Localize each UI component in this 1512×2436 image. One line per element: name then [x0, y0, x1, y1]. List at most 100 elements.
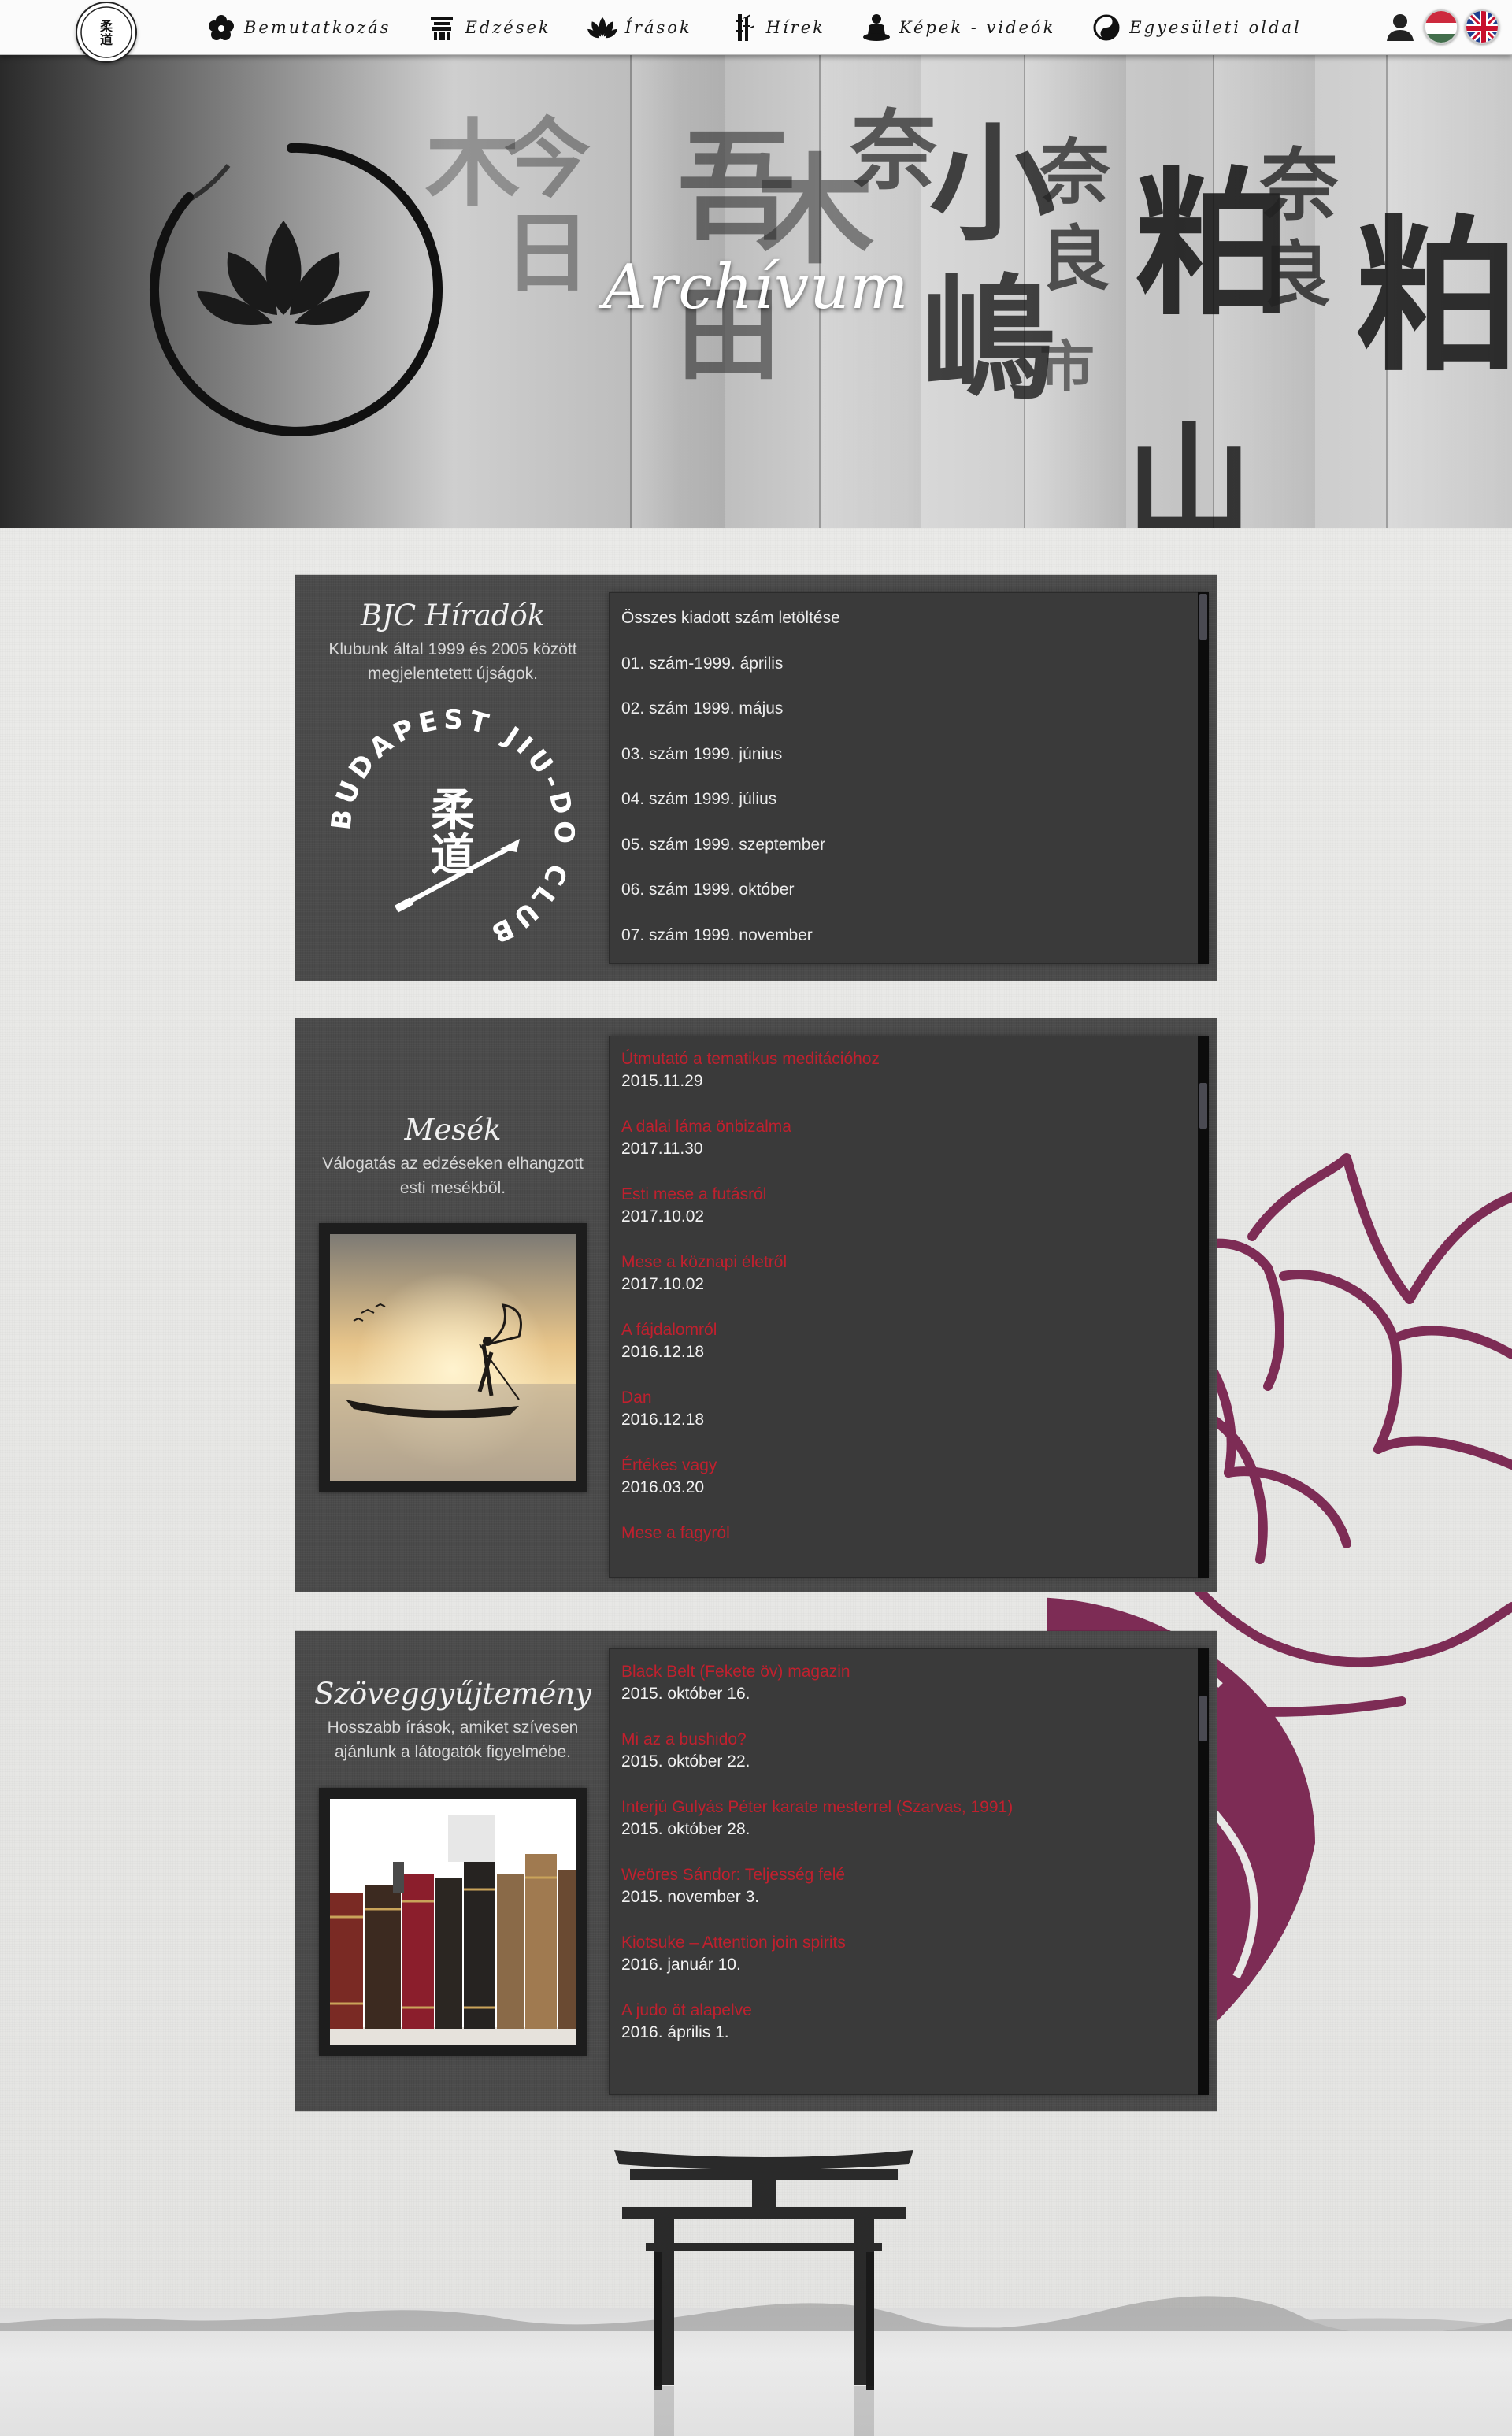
list-item[interactable]: 07. szám 1999. november [609, 926, 1209, 965]
nav-item-edzesek[interactable]: Edzések [427, 13, 550, 43]
nav-item-kepek-videok[interactable]: Képek - videók [862, 13, 1055, 43]
entry-title-link[interactable]: Kiotsuke – Attention join spirits [621, 1932, 1209, 1954]
nav-label: Edzések [465, 18, 551, 37]
list-item[interactable]: Összes kiadott szám letöltése [609, 610, 1209, 655]
bamboo-icon [728, 13, 758, 43]
scrollbar-thumb[interactable] [1199, 594, 1207, 640]
entry-title-link[interactable]: Dan [621, 1387, 1209, 1409]
panel-info: BJC Híradók Klubunk által 1999 és 2005 k… [295, 575, 610, 981]
entry-title-link[interactable]: Mese a köznapi életről [621, 1251, 1209, 1274]
hero-banner: 木 今 日 吾 田 木 奈 小 嶋 奈 良 市 粕 奈 良 粕 山 Archív… [0, 55, 1512, 528]
newsletter-panel: BJC Híradók Klubunk által 1999 és 2005 k… [295, 575, 1217, 981]
scrollbar-thumb[interactable] [1199, 1696, 1207, 1741]
entry-date: 2015.11.29 [621, 1072, 703, 1090]
svg-text:奈: 奈 [850, 100, 937, 202]
entry-date: 2017.10.02 [621, 1275, 705, 1293]
list-item[interactable]: Interjú Gulyás Péter karate mesterrel (S… [609, 1796, 1209, 1841]
entry-title-link[interactable]: Esti mese a futásról [621, 1184, 1209, 1206]
entry-date: 2016.03.20 [621, 1478, 705, 1496]
panel-info: Mesék Válogatás az edzéseken elhangzott … [295, 1018, 610, 1592]
entry-title-link[interactable]: Mi az a bushido? [621, 1729, 1209, 1751]
tales-panel: Mesék Válogatás az edzéseken elhangzott … [295, 1018, 1217, 1592]
lotus-icon [587, 13, 617, 43]
panel-description: Válogatás az edzéseken elhangzott esti m… [295, 1151, 610, 1200]
list-item[interactable]: A dalai láma önbizalma 2017.11.30 [609, 1116, 1209, 1160]
nav-label: Képek - videók [899, 18, 1056, 37]
buddha-icon [862, 13, 891, 43]
yin-yang-icon [1091, 13, 1121, 43]
torii-gate [614, 2150, 914, 2436]
tales-list[interactable]: Útmutató a tematikus meditációhoz 2015.11… [609, 1036, 1209, 1578]
list-item[interactable]: A fájdalomról 2016.12.18 [609, 1319, 1209, 1363]
list-item[interactable]: Esti mese a futásról 2017.10.02 [609, 1184, 1209, 1228]
nav-item-irasok[interactable]: Írások [587, 13, 692, 43]
nav-item-egyesuleti-oldal[interactable]: Egyesületi oldal [1091, 13, 1301, 43]
nav-label: Hírek [765, 18, 825, 37]
nav-label: Írások [624, 18, 692, 37]
user-icon[interactable] [1383, 9, 1418, 44]
books-image [319, 1788, 587, 2056]
entry-title-link[interactable]: Értékes vagy [621, 1455, 1209, 1477]
svg-text:奈: 奈 [1039, 131, 1110, 214]
entry-title-link[interactable]: A judo öt alapelve [621, 2000, 1209, 2022]
list-item[interactable]: 04. szám 1999. július [609, 791, 1209, 836]
shrine-icon [427, 13, 457, 43]
list-item[interactable]: Dan 2016.12.18 [609, 1387, 1209, 1431]
entry-date: 2015. október 28. [621, 1820, 750, 1838]
desc-line: Válogatás az edzéseken elhangzott [322, 1155, 584, 1173]
svg-text:道: 道 [431, 829, 475, 881]
entry-date: 2016.12.18 [621, 1343, 705, 1361]
main-menu: Bemutatkozás Edzések Írások Hírek Képek … [206, 0, 1338, 55]
list-item[interactable]: 06. szám 1999. október [609, 881, 1209, 927]
scrollbar[interactable] [1198, 1648, 1209, 2095]
nav-utility [1383, 9, 1499, 44]
top-navbar: 柔 道 Bemutatkozás Edzések Írások Hírek Ké… [0, 0, 1512, 63]
list-item[interactable]: Mi az a bushido? 2015. október 22. [609, 1729, 1209, 1773]
list-item[interactable]: 03. szám 1999. június [609, 745, 1209, 792]
nav-item-bemutatkozas[interactable]: Bemutatkozás [206, 13, 391, 43]
entry-title-link[interactable]: Interjú Gulyás Péter karate mesterrel (S… [621, 1796, 1209, 1819]
list-item[interactable]: 05. szám 1999. szeptember [609, 836, 1209, 882]
entry-title-link[interactable]: Mese a fagyról [621, 1522, 1209, 1544]
flower-icon [206, 13, 236, 43]
list-item[interactable]: Mese a fagyról [609, 1522, 1209, 1544]
svg-text:山: 山 [1126, 410, 1252, 528]
nav-label: Bemutatkozás [244, 18, 391, 37]
entry-title-link[interactable]: A fájdalomról [621, 1319, 1209, 1341]
svg-text:奈: 奈 [1259, 139, 1339, 232]
entry-title-link[interactable]: Weöres Sándor: Teljesség felé [621, 1864, 1209, 1886]
entry-title-link[interactable]: Útmutató a tematikus meditációhoz [621, 1048, 1209, 1070]
entry-title-link[interactable]: Black Belt (Fekete öv) magazin [621, 1661, 1209, 1683]
desc-line: megjelentetett újságok. [368, 665, 538, 683]
list-item[interactable]: 01. szám-1999. április [609, 654, 1209, 701]
list-item[interactable]: Mese a köznapi életről 2017.10.02 [609, 1251, 1209, 1296]
list-item[interactable]: Értékes vagy 2016.03.20 [609, 1455, 1209, 1499]
texts-list[interactable]: Black Belt (Fekete öv) magazin 2015. októ… [609, 1648, 1209, 2095]
desc-line: esti mesékből. [399, 1179, 506, 1197]
scrollbar[interactable] [1198, 1036, 1209, 1578]
texts-panel: Szöveggyűjtemény Hosszabb írások, amiket… [295, 1631, 1217, 2111]
panel-info: Szöveggyűjtemény Hosszabb írások, amiket… [295, 1631, 610, 2111]
desc-line: Hosszabb írások, amiket szívesen [327, 1719, 579, 1737]
entry-date: 2017.11.30 [621, 1140, 703, 1158]
panel-title: BJC Híradók [360, 599, 546, 632]
entry-title-link[interactable]: A dalai láma önbizalma [621, 1116, 1209, 1138]
panel-title: Szöveggyűjtemény [314, 1677, 591, 1711]
panel-description: Klubunk által 1999 és 2005 között megjel… [295, 637, 610, 686]
nav-item-hirek[interactable]: Hírek [728, 13, 825, 43]
entry-date: 2015. október 22. [621, 1752, 750, 1770]
scrollbar[interactable] [1198, 592, 1209, 964]
entry-date: 2016.12.18 [621, 1411, 705, 1429]
club-logo[interactable]: 柔 道 [76, 2, 137, 63]
scrollbar-thumb[interactable] [1199, 1083, 1207, 1129]
hungarian-flag-icon[interactable] [1424, 9, 1458, 44]
list-item[interactable]: Kiotsuke – Attention join spirits 2016. j… [609, 1932, 1209, 1976]
list-item[interactable]: 02. szám 1999. május [609, 700, 1209, 746]
list-item[interactable]: Weöres Sándor: Teljesség felé 2015. novem… [609, 1864, 1209, 1908]
entry-date: 2017.10.02 [621, 1207, 705, 1225]
list-item[interactable]: Útmutató a tematikus meditációhoz 2015.11… [609, 1048, 1209, 1092]
newsletter-list[interactable]: Összes kiadott szám letöltése 01. szám-1… [609, 592, 1209, 964]
list-item[interactable]: Black Belt (Fekete öv) magazin 2015. októ… [609, 1661, 1209, 1705]
list-item[interactable]: A judo öt alapelve 2016. április 1. [609, 2000, 1209, 2044]
uk-flag-icon[interactable] [1465, 9, 1499, 44]
